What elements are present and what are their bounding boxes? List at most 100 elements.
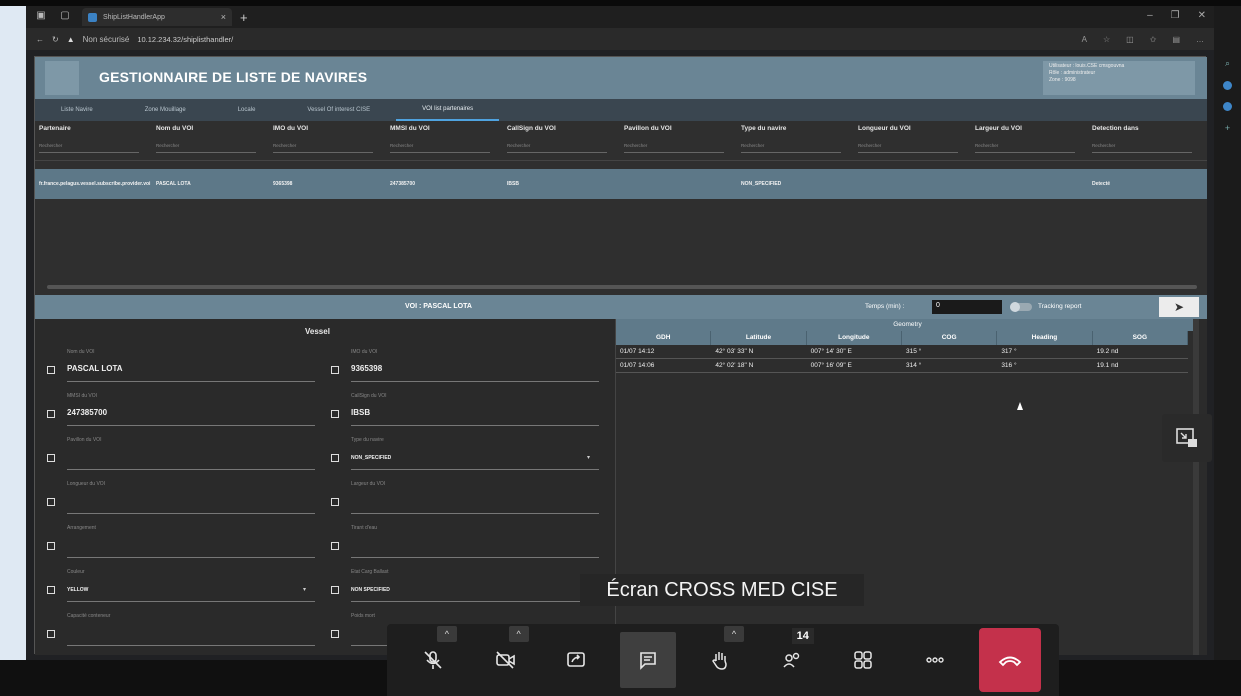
column-filter-input[interactable]: Rechercher [390, 143, 490, 153]
favorite-icon[interactable]: ☆ [1103, 35, 1110, 44]
close-window-icon[interactable]: ✕ [1198, 10, 1206, 21]
apps-button[interactable] [835, 632, 891, 688]
column-header[interactable]: Pavillon du VOI Rechercher [620, 121, 737, 160]
field-value[interactable]: 247385700 [67, 408, 107, 417]
column-filter-input[interactable]: Rechercher [273, 143, 373, 153]
tab-zone-mouillage[interactable]: Zone Mouillage [119, 99, 212, 121]
tab-voi-cise[interactable]: Vessel Of interest CISE [281, 99, 396, 121]
table-row[interactable]: 01/07 14:12 42° 03' 33" N 007° 14' 30" E 31… [616, 345, 1188, 359]
field-checkbox[interactable] [47, 498, 55, 506]
profile-icon[interactable]: ▣ [32, 10, 50, 24]
share-button[interactable] [548, 632, 604, 688]
participants-button[interactable]: 14 [764, 628, 820, 688]
restore-icon[interactable]: ❐ [1171, 10, 1180, 21]
column-filter-input[interactable]: Rechercher [507, 143, 607, 153]
vessel-field: Couleur YELLOW ▾ [47, 565, 315, 609]
close-tab-icon[interactable]: × [221, 12, 226, 22]
refresh-icon[interactable]: ↻ [52, 35, 59, 44]
column-filter-input[interactable]: Rechercher [624, 143, 724, 153]
column-filter-input[interactable]: Rechercher [975, 143, 1075, 153]
field-checkbox[interactable] [331, 586, 339, 594]
table-row[interactable]: 01/07 14:06 42° 02' 18" N 007° 16' 09" E 31… [616, 359, 1188, 373]
hang-up-button[interactable] [979, 628, 1041, 692]
field-value[interactable]: YELLOW [67, 587, 88, 593]
column-header[interactable]: Longueur du VOI Rechercher [854, 121, 971, 160]
add-sidebar-icon[interactable]: + [1225, 123, 1230, 133]
field-value[interactable]: NON SPECIFIED [351, 587, 390, 593]
geometry-column-header[interactable]: Heading [997, 331, 1093, 345]
field-checkbox[interactable] [331, 410, 339, 418]
read-aloud-icon[interactable]: A [1082, 35, 1087, 44]
geometry-column-header[interactable]: Latitude [711, 331, 807, 345]
column-filter-input[interactable]: Rechercher [39, 143, 139, 153]
browser-tab[interactable]: ShipListHandlerApp × [82, 8, 232, 26]
chat-button[interactable] [620, 632, 677, 688]
horizontal-scrollbar[interactable] [47, 285, 1197, 289]
split-icon[interactable]: ◫ [1126, 35, 1134, 44]
chevron-down-icon[interactable]: ▾ [303, 586, 306, 593]
column-header[interactable]: Largeur du VOI Rechercher [971, 121, 1088, 160]
office-icon[interactable] [1223, 102, 1232, 111]
tab-actions-icon[interactable]: ▢ [56, 10, 74, 24]
favorites-bar-icon[interactable]: ✩ [1150, 35, 1157, 44]
field-value[interactable]: IBSB [351, 408, 370, 417]
column-header[interactable]: IMO du VOI Rechercher [269, 121, 386, 160]
field-value[interactable]: 9365398 [351, 364, 382, 373]
collections-icon[interactable]: ▤ [1172, 35, 1180, 44]
vertical-scrollbar[interactable] [1193, 319, 1199, 655]
geometry-column-header[interactable]: COG [902, 331, 998, 345]
mic-button[interactable]: ^ [405, 626, 461, 688]
url-field[interactable]: 10.12.234.32/shiplisthandler/ [137, 35, 233, 44]
tab-locale[interactable]: Locale [212, 99, 282, 121]
column-header[interactable]: MMSI du VOI Rechercher [386, 121, 503, 160]
new-tab-button[interactable]: + [240, 10, 248, 25]
search-icon[interactable]: ⌕ [1225, 58, 1230, 69]
chevron-down-icon[interactable]: ▾ [587, 454, 590, 461]
field-checkbox[interactable] [331, 542, 339, 550]
column-header[interactable]: CallSign du VOI Rechercher [503, 121, 620, 160]
field-checkbox[interactable] [47, 630, 55, 638]
copilot-icon[interactable] [1223, 81, 1232, 90]
column-filter-input[interactable]: Rechercher [858, 143, 958, 153]
field-value[interactable]: NON_SPECIFIED [351, 455, 391, 461]
pip-button[interactable] [1162, 414, 1212, 462]
field-checkbox[interactable] [47, 586, 55, 594]
column-filter-input[interactable]: Rechercher [741, 143, 841, 153]
field-checkbox[interactable] [47, 410, 55, 418]
tracking-toggle[interactable] [1010, 302, 1032, 312]
reactions-options-icon[interactable]: ^ [723, 626, 744, 642]
field-underline [351, 557, 599, 558]
column-header[interactable]: Nom du VOI Rechercher [152, 121, 269, 160]
column-filter-input[interactable]: Rechercher [1092, 143, 1192, 153]
raise-hand-button[interactable]: ^ [692, 626, 748, 688]
user-line: Utilisateur : louis.CSE cmsgouvna [1049, 63, 1125, 69]
field-checkbox[interactable] [331, 454, 339, 462]
vessel-form: Vessel Nom du VOI PASCAL LOTA MMSI du VOI 2… [35, 319, 615, 655]
minimize-icon[interactable]: – [1147, 10, 1153, 21]
send-button[interactable]: ➤ [1159, 297, 1199, 317]
field-checkbox[interactable] [331, 630, 339, 638]
field-checkbox[interactable] [47, 366, 55, 374]
column-header[interactable]: Partenaire Rechercher [35, 121, 152, 160]
back-icon[interactable]: ← [36, 35, 44, 44]
field-value[interactable]: PASCAL LOTA [67, 364, 123, 373]
column-header[interactable]: Type du navire Rechercher [737, 121, 854, 160]
mic-options-icon[interactable]: ^ [436, 626, 457, 642]
more-browser-icon[interactable]: … [1196, 35, 1204, 44]
column-filter-input[interactable]: Rechercher [156, 143, 256, 153]
tab-voi-partenaires[interactable]: VOI list partenaires [396, 99, 500, 121]
column-header[interactable]: Detection dans Rechercher [1088, 121, 1205, 160]
field-checkbox[interactable] [47, 454, 55, 462]
geometry-column-header[interactable]: SOG [1093, 331, 1188, 345]
temps-input[interactable]: 0 [932, 300, 1002, 314]
field-checkbox[interactable] [47, 542, 55, 550]
camera-options-icon[interactable]: ^ [508, 626, 529, 642]
table-row[interactable]: fr.france.pelagus.vessel.subscribe.provi… [35, 169, 1207, 199]
camera-button[interactable]: ^ [477, 626, 533, 688]
field-checkbox[interactable] [331, 366, 339, 374]
geometry-column-header[interactable]: Longitude [807, 331, 902, 345]
field-checkbox[interactable] [331, 498, 339, 506]
tab-liste-navire[interactable]: Liste Navire [35, 99, 119, 121]
more-button[interactable] [907, 632, 963, 688]
geometry-column-header[interactable]: GDH [616, 331, 712, 345]
